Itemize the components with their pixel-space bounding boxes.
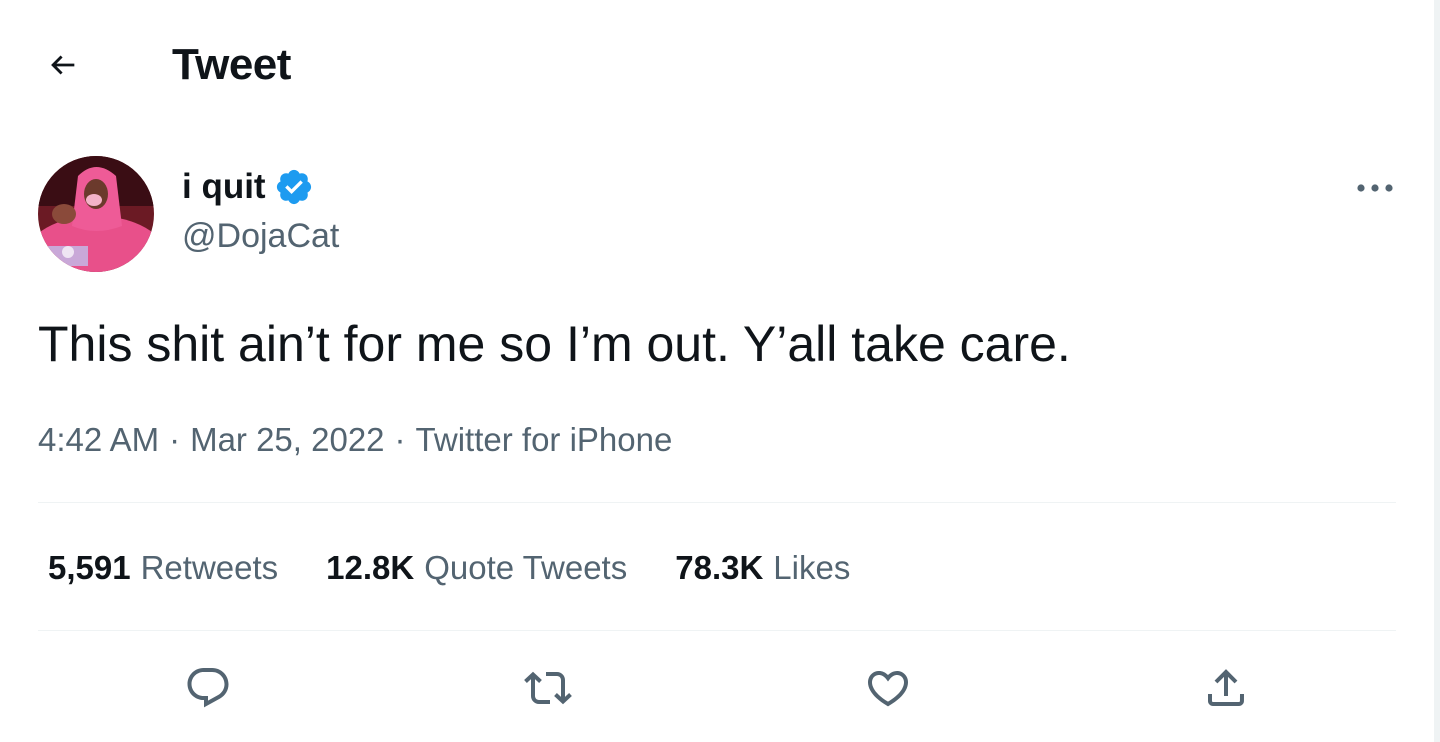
share-icon (1208, 669, 1244, 706)
quote-tweets-label: Quote Tweets (424, 549, 628, 586)
like-button[interactable] (858, 658, 918, 718)
display-name[interactable]: i quit (182, 164, 266, 210)
retweets-stat[interactable]: 5,591 Retweets (48, 546, 278, 590)
author-name-row: i quit (182, 164, 314, 210)
more-dots-icon (1357, 184, 1393, 192)
tweet-source[interactable]: Twitter for iPhone (416, 421, 673, 458)
page-title: Tweet (172, 40, 291, 89)
divider (38, 502, 1396, 503)
likes-label: Likes (773, 549, 851, 586)
share-button[interactable] (1196, 658, 1256, 718)
likes-count: 78.3K (675, 549, 764, 586)
tweet-meta: 4:42 AM · Mar 25, 2022 · Twitter for iPhone (38, 418, 672, 462)
meta-separator: · (394, 421, 406, 458)
tweet-text: This shit ain’t for me so I’m out. Y’all… (38, 316, 1071, 372)
retweets-label: Retweets (140, 549, 279, 586)
arrow-left-icon (51, 55, 75, 75)
avatar-photo (38, 156, 154, 272)
more-options-button[interactable] (1352, 168, 1398, 208)
back-button[interactable] (38, 40, 88, 90)
reply-button[interactable] (178, 658, 238, 718)
retweet-icon (524, 671, 572, 705)
scrollbar-track[interactable] (1434, 0, 1440, 742)
likes-stat[interactable]: 78.3K Likes (675, 546, 850, 590)
quote-tweets-stat[interactable]: 12.8K Quote Tweets (326, 546, 627, 590)
tweet-page: Tweet i quit @DojaCat This shit ain’t fo… (0, 0, 1440, 742)
retweets-count: 5,591 (48, 549, 131, 586)
avatar[interactable] (38, 156, 154, 272)
like-icon (867, 671, 909, 707)
tweet-stats: 5,591 Retweets 12.8K Quote Tweets 78.3K Lik… (48, 546, 898, 590)
divider (38, 630, 1396, 631)
quote-tweets-count: 12.8K (326, 549, 415, 586)
author-handle[interactable]: @DojaCat (182, 214, 339, 258)
meta-separator: · (169, 421, 181, 458)
verified-badge-icon (274, 167, 314, 207)
page-header: Tweet (0, 0, 1434, 130)
retweet-button[interactable] (518, 658, 578, 718)
tweet-time[interactable]: 4:42 AM (38, 421, 159, 458)
reply-icon (187, 668, 229, 708)
tweet-date[interactable]: Mar 25, 2022 (190, 421, 384, 458)
